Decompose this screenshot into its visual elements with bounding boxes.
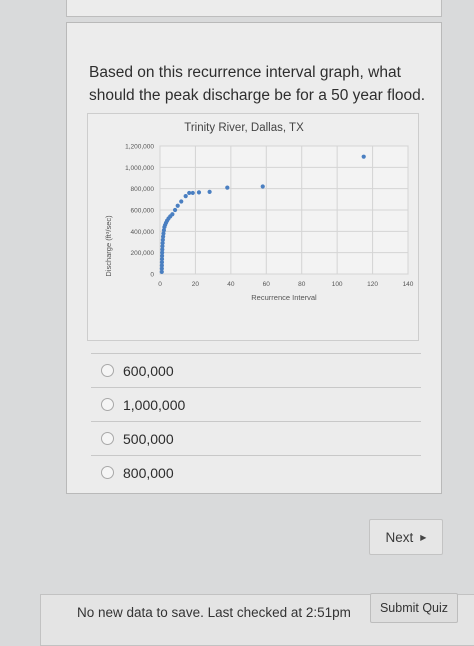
x-tick-label: 20 bbox=[192, 281, 200, 288]
previous-question-card bbox=[66, 0, 442, 17]
x-tick-label: 80 bbox=[298, 281, 306, 288]
radio-button-icon[interactable] bbox=[101, 466, 114, 479]
y-tick-label: 600,000 bbox=[131, 208, 155, 215]
option-600000[interactable]: 600,000 bbox=[91, 353, 421, 387]
data-point bbox=[179, 199, 184, 204]
data-point bbox=[190, 190, 195, 196]
chart-grid bbox=[159, 145, 409, 275]
question-text: Based on this recurrence interval graph,… bbox=[89, 64, 426, 104]
data-point bbox=[361, 154, 366, 159]
x-tick-label: 140 bbox=[403, 281, 414, 288]
autosave-status-bar: No new data to save. Last checked at 2:5… bbox=[40, 593, 474, 646]
next-button[interactable]: Next ▶ bbox=[369, 519, 443, 555]
y-tick-label: 200,000 bbox=[131, 250, 155, 257]
data-point bbox=[175, 203, 180, 208]
y-tick-label: 800,000 bbox=[131, 186, 155, 193]
data-point bbox=[207, 189, 212, 194]
question-card: Based on this recurrence interval graph,… bbox=[66, 22, 442, 494]
chart-ylabel: Discharge (ft³/sec) bbox=[104, 215, 113, 277]
option-500000[interactable]: 500,000 bbox=[91, 421, 421, 455]
chart-svg: Trinity River, Dallas, TX Discharge (ft³… bbox=[104, 122, 414, 302]
y-tick-label: 1,200,000 bbox=[125, 144, 154, 151]
option-label: 600,000 bbox=[123, 362, 174, 379]
radio-button-icon[interactable] bbox=[101, 432, 114, 445]
option-1000000[interactable]: 1,000,000 bbox=[91, 387, 421, 421]
x-tick-label: 120 bbox=[367, 281, 378, 288]
recurrence-chart: Trinity River, Dallas, TX Discharge (ft³… bbox=[87, 113, 419, 341]
data-point bbox=[183, 194, 188, 199]
radio-button-icon[interactable] bbox=[101, 364, 114, 377]
autosave-status-text: No new data to save. Last checked at 2:5… bbox=[77, 605, 351, 620]
triangle-right-icon: ▶ bbox=[420, 532, 427, 542]
data-point bbox=[170, 212, 175, 217]
answer-options: 600,000 1,000,000 500,000 800,000 bbox=[91, 353, 421, 489]
option-label: 1,000,000 bbox=[123, 396, 186, 413]
option-label: 500,000 bbox=[123, 430, 174, 447]
x-tick-label: 100 bbox=[332, 281, 343, 288]
option-label: 800,000 bbox=[123, 464, 174, 481]
y-tick-label: 1,000,000 bbox=[125, 165, 154, 172]
next-label: Next bbox=[385, 529, 414, 545]
chart-xlabel: Recurrence Interval bbox=[251, 293, 317, 302]
submit-quiz-button[interactable]: Submit Quiz bbox=[370, 593, 458, 623]
y-tick-label: 400,000 bbox=[131, 229, 155, 236]
x-tick-label: 0 bbox=[158, 281, 162, 288]
data-point bbox=[225, 185, 230, 190]
radio-button-icon[interactable] bbox=[101, 398, 114, 411]
y-tick-label: 0 bbox=[150, 272, 154, 279]
x-tick-label: 60 bbox=[263, 281, 271, 288]
data-point bbox=[196, 190, 202, 195]
data-point bbox=[172, 207, 178, 213]
x-tick-label: 40 bbox=[227, 281, 235, 288]
data-point bbox=[260, 184, 265, 189]
option-800000[interactable]: 800,000 bbox=[91, 455, 421, 489]
chart-title: Trinity River, Dallas, TX bbox=[184, 122, 304, 134]
